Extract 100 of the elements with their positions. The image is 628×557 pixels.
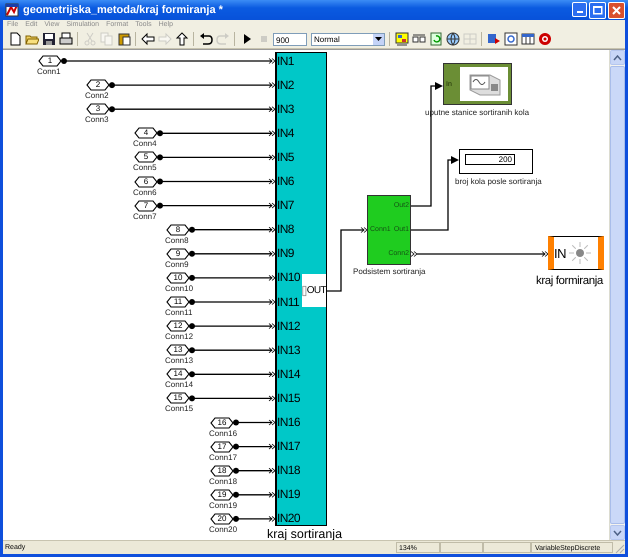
library-icon xyxy=(394,32,408,46)
grid-icon xyxy=(462,32,476,46)
block-label: broj kola posle sortiranja xyxy=(455,177,542,186)
port-label: Conn5 xyxy=(133,163,157,172)
port-label: Conn10 xyxy=(165,284,194,293)
toolbar-button[interactable] xyxy=(41,32,56,46)
display-value: 200 xyxy=(465,154,515,165)
port-label: Conn3 xyxy=(85,115,109,124)
resize-grip-icon xyxy=(613,542,625,554)
port-label: Conn12 xyxy=(165,332,194,342)
port-number: 7 xyxy=(144,200,148,211)
input-port-label: IN18 xyxy=(277,463,300,478)
scroll-up-button[interactable] xyxy=(610,50,625,65)
toolbar-button[interactable] xyxy=(428,32,443,46)
input-port-label: IN9 xyxy=(277,246,294,260)
input-port-label: IN15 xyxy=(277,390,300,405)
input-port-label: IN2 xyxy=(277,78,294,92)
mode-dropdown[interactable]: Normal xyxy=(311,32,385,46)
refresh-icon xyxy=(428,32,442,46)
undo-icon xyxy=(198,32,212,46)
port-label: Conn6 xyxy=(133,188,157,196)
port-number: 11 xyxy=(174,297,182,307)
port-number: 17 xyxy=(218,442,226,452)
subsystem-block xyxy=(367,195,411,265)
input-port-label: IN5 xyxy=(277,150,294,164)
port-label: Conn18 xyxy=(209,476,238,486)
port-number: 16 xyxy=(218,418,226,428)
burst-icon xyxy=(568,241,592,265)
port-number: 3 xyxy=(96,104,100,114)
output-port-label: OUT xyxy=(306,285,326,296)
port-label: Conn9 xyxy=(165,260,189,269)
mode-value: Normal xyxy=(313,34,340,44)
toolbar-button[interactable] xyxy=(503,32,518,46)
input-port-label: IN13 xyxy=(277,342,300,357)
device-icon xyxy=(460,67,508,101)
input-port-label: IN4 xyxy=(277,126,294,140)
input-port-label: IN11 xyxy=(277,294,300,308)
toolbar-button[interactable] xyxy=(116,32,131,46)
port-number: 2 xyxy=(96,80,100,90)
input-port-label: IN8 xyxy=(277,222,294,236)
globe-icon xyxy=(446,32,460,46)
input-port-label: IN7 xyxy=(277,198,294,212)
debugger-icon xyxy=(504,32,518,46)
port-number: 1 xyxy=(48,56,52,66)
port-number: 19 xyxy=(218,490,226,500)
copy-icon xyxy=(100,32,114,46)
right-arrow-icon xyxy=(158,32,172,46)
toolbar-button[interactable] xyxy=(520,32,535,46)
input-port-label: IN10 xyxy=(277,270,300,284)
build-icon xyxy=(486,32,500,46)
input-port-label: IN20 xyxy=(277,511,300,526)
port-label: Conn16 xyxy=(209,428,238,438)
port-number: 9 xyxy=(176,248,180,259)
port-number: 10 xyxy=(174,272,182,283)
window-title: geometrijska_metoda/kraj formiranja * xyxy=(23,4,224,16)
close-button[interactable] xyxy=(608,2,625,18)
scissors-icon xyxy=(82,32,96,46)
block-label: kraj formiranja xyxy=(536,274,603,288)
port-number: 13 xyxy=(174,345,182,356)
toolbar-button[interactable] xyxy=(140,32,155,46)
port-label: Conn7 xyxy=(133,212,157,221)
port-label: Conn2 xyxy=(85,91,109,100)
printer-icon xyxy=(58,32,72,46)
input-port-label: IN16 xyxy=(277,415,300,429)
maximize-icon xyxy=(592,6,602,14)
port-number: 15 xyxy=(174,393,182,404)
input-port-label: IN17 xyxy=(277,439,300,454)
port-number: 8 xyxy=(176,224,180,235)
app-icon xyxy=(5,3,19,17)
scroll-down-button[interactable] xyxy=(610,525,625,540)
input-port-label: IN xyxy=(554,246,566,260)
close-icon xyxy=(612,6,621,14)
toolbar-button[interactable] xyxy=(394,32,409,46)
toolbar-button[interactable] xyxy=(58,32,73,46)
maximize-button[interactable] xyxy=(589,2,606,18)
target-icon xyxy=(538,32,552,46)
port-label: Conn17 xyxy=(209,452,238,462)
block-label: Podsistem sortiranja xyxy=(353,267,426,276)
port-number: 14 xyxy=(174,369,182,380)
port-label: Conn19 xyxy=(209,500,238,510)
input-port-label: IN14 xyxy=(277,366,300,381)
redo-icon xyxy=(216,32,230,46)
port-label: Conn8 xyxy=(165,236,189,245)
port-label: Conn15 xyxy=(165,404,194,414)
port-label: Conn13 xyxy=(165,356,194,366)
port-label: Conn11 xyxy=(165,308,192,317)
toolbar-button[interactable] xyxy=(445,32,460,46)
input-port-label: IN6 xyxy=(277,174,294,188)
port-number: 4 xyxy=(144,128,148,138)
port-number: 18 xyxy=(218,466,226,476)
stop-time-field[interactable]: 900 xyxy=(273,32,307,46)
minimize-button[interactable] xyxy=(572,2,587,16)
toolbar-button[interactable] xyxy=(174,32,189,46)
clipboard-icon xyxy=(116,32,130,46)
input-port-label: IN3 xyxy=(277,102,294,116)
port-number: 6 xyxy=(144,176,148,186)
toolbar-button[interactable] xyxy=(198,32,213,46)
port-number: 20 xyxy=(218,514,226,524)
port-label: Conn4 xyxy=(133,139,157,148)
document-icon xyxy=(8,32,22,46)
